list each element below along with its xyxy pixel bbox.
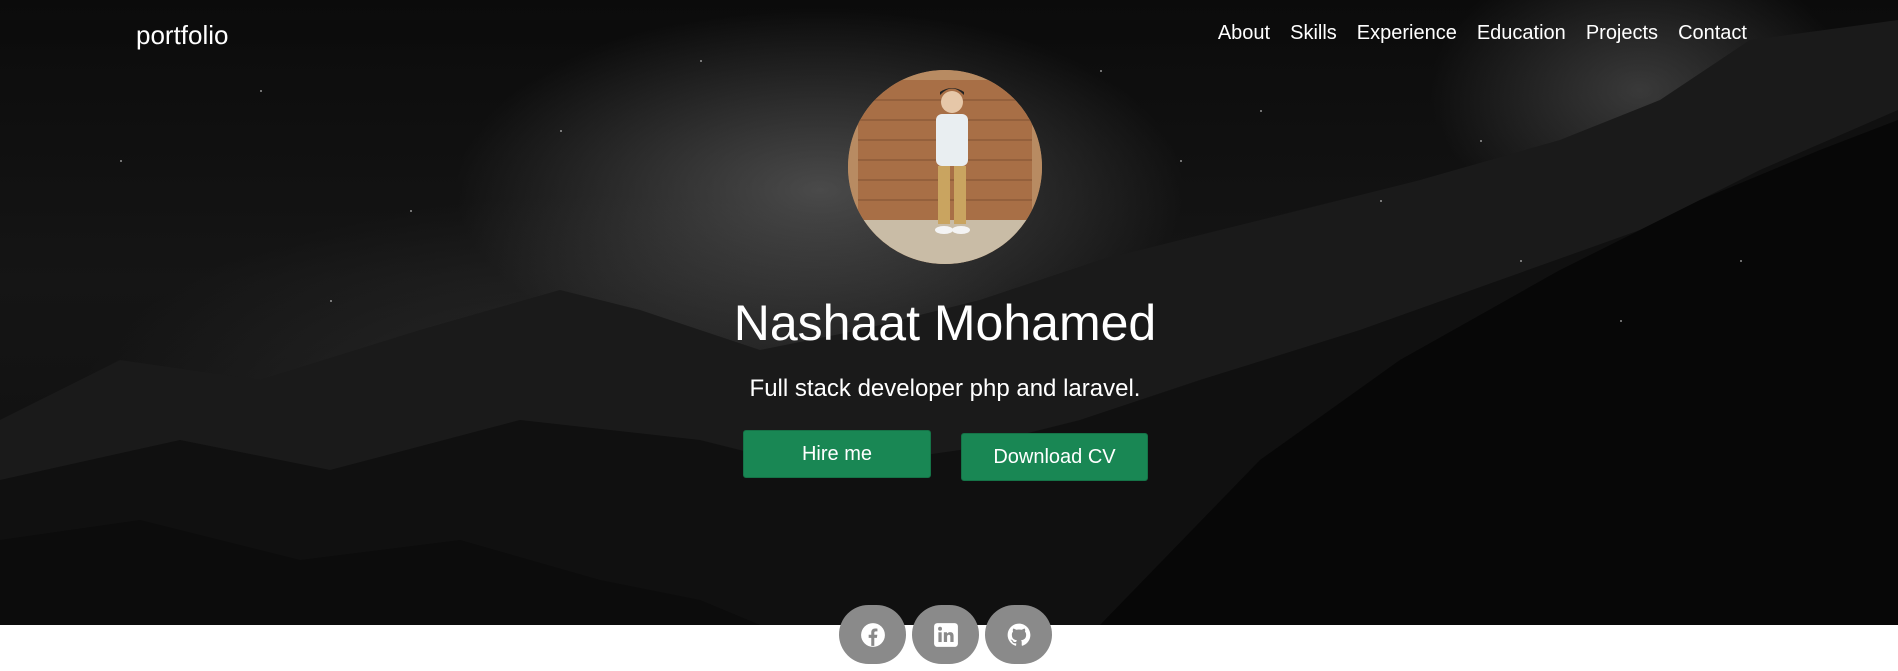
hero-tagline: Full stack developer php and laravel.	[749, 375, 1141, 402]
hero-name: Nashaat Mohamed	[733, 295, 1157, 351]
nav-link-skills[interactable]: Skills	[1290, 22, 1337, 45]
avatar-photo	[848, 70, 1042, 264]
nav-link-contact[interactable]: Contact	[1678, 22, 1747, 45]
download-cv-button[interactable]: Download CV	[961, 433, 1148, 481]
nav-link-about[interactable]: About	[1218, 22, 1270, 45]
facebook-link[interactable]	[839, 605, 906, 664]
github-link[interactable]	[985, 605, 1052, 664]
facebook-icon	[860, 622, 885, 647]
hire-me-button[interactable]: Hire me	[743, 430, 931, 478]
profile-avatar	[848, 70, 1042, 264]
nav-link-education[interactable]: Education	[1477, 22, 1566, 45]
nav-link-experience[interactable]: Experience	[1357, 22, 1457, 45]
top-navbar: portfolio About Skills Experience Educat…	[0, 0, 1898, 72]
linkedin-icon	[933, 622, 958, 647]
github-icon	[1007, 623, 1030, 646]
nav-links: About Skills Experience Education Projec…	[1218, 22, 1747, 45]
nav-link-projects[interactable]: Projects	[1586, 22, 1658, 45]
hero-section: portfolio About Skills Experience Educat…	[0, 0, 1898, 625]
linkedin-link[interactable]	[912, 605, 979, 664]
brand-logo[interactable]: portfolio	[136, 20, 229, 51]
